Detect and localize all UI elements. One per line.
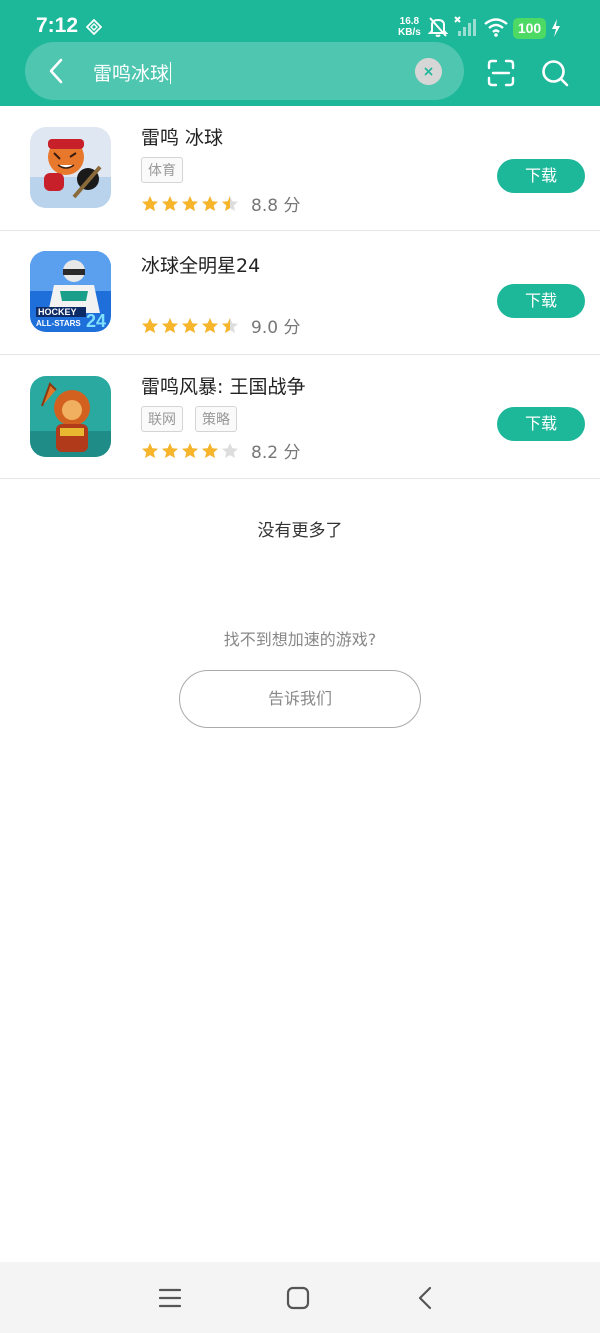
star-icon xyxy=(142,442,158,458)
result-list: 雷鸣 冰球 体育 8.8 分 下载 HOCKEY ALL-STARS 24 冰球… xyxy=(0,106,600,479)
search-results-page: 7:12 16.8 KB/s 100 雷鸣冰球 雷鸣 冰球 体育 8.8 分 下… xyxy=(0,0,600,1333)
star-icon xyxy=(222,195,238,211)
score: 8.8 分 xyxy=(251,196,301,216)
download-button[interactable]: 下载 xyxy=(497,159,585,193)
charging-bolt-icon xyxy=(552,19,560,37)
rating: 9.0 分 xyxy=(141,313,300,338)
star-icon xyxy=(162,317,178,333)
tag-group: 联网 策略 xyxy=(141,406,237,432)
tag-group: 体育 xyxy=(141,157,183,183)
status-bar: 7:12 16.8 KB/s 100 xyxy=(0,0,600,44)
tag: 策略 xyxy=(195,406,237,432)
hockey-tiger-game-icon xyxy=(30,127,111,208)
menu-icon[interactable] xyxy=(156,1284,184,1312)
result-item[interactable]: HOCKEY ALL-STARS 24 冰球全明星24 9.0 分 下载 xyxy=(0,231,600,355)
star-icon xyxy=(162,195,178,211)
search-query: 雷鸣冰球 xyxy=(93,63,170,85)
net-speed: 16.8 KB/s xyxy=(398,16,421,38)
svg-text:ALL-STARS: ALL-STARS xyxy=(36,319,81,328)
search-input[interactable]: 雷鸣冰球 xyxy=(93,59,172,86)
status-time: 7:12 xyxy=(36,14,79,37)
result-item[interactable]: 雷鸣 冰球 体育 8.8 分 下载 xyxy=(0,106,600,231)
star-icon xyxy=(202,317,218,333)
net-speed-value: 16.8 xyxy=(399,16,420,27)
search-bar[interactable] xyxy=(25,42,464,100)
tag: 体育 xyxy=(141,157,183,183)
signal-icon xyxy=(454,16,476,36)
clear-search-icon[interactable] xyxy=(415,58,442,85)
cant-find-text: 找不到想加速的游戏? xyxy=(223,630,377,649)
star-rating xyxy=(141,442,239,460)
tag: 联网 xyxy=(141,406,183,432)
app-header: 7:12 16.8 KB/s 100 雷鸣冰球 xyxy=(0,0,600,106)
rating: 8.8 分 xyxy=(141,191,300,216)
vpn-diamond-icon xyxy=(86,19,102,35)
result-item[interactable]: 雷鸣风暴: 王国战争 联网 策略 8.2 分 下载 xyxy=(0,355,600,479)
wifi-icon xyxy=(484,18,508,37)
star-icon xyxy=(162,442,178,458)
star-icon xyxy=(142,195,158,211)
star-rating xyxy=(141,317,239,335)
search-icon[interactable] xyxy=(540,58,570,88)
mute-bell-icon xyxy=(428,17,448,37)
star-icon xyxy=(182,195,198,211)
text-caret xyxy=(170,62,172,84)
home-icon[interactable] xyxy=(284,1284,312,1312)
score: 8.2 分 xyxy=(251,443,301,463)
star-icon xyxy=(142,317,158,333)
back-nav-icon[interactable] xyxy=(412,1284,440,1312)
app-name: 雷鸣 冰球 xyxy=(141,127,224,149)
hockey-all-stars-game-icon: HOCKEY ALL-STARS 24 xyxy=(30,251,111,332)
download-button[interactable]: 下载 xyxy=(497,407,585,441)
back-arrow-icon[interactable] xyxy=(42,56,72,86)
app-name: 冰球全明星24 xyxy=(141,255,261,277)
download-button[interactable]: 下载 xyxy=(497,284,585,318)
battery-indicator: 100 xyxy=(513,18,546,39)
scan-icon[interactable] xyxy=(486,58,516,88)
star-icon xyxy=(182,317,198,333)
star-icon xyxy=(182,442,198,458)
tell-us-button[interactable]: 告诉我们 xyxy=(179,670,421,728)
lion-warrior-game-icon xyxy=(30,376,111,457)
star-icon xyxy=(222,442,238,458)
app-name: 雷鸣风暴: 王国战争 xyxy=(141,376,306,398)
svg-text:24: 24 xyxy=(86,311,106,331)
star-icon xyxy=(202,442,218,458)
net-speed-unit: KB/s xyxy=(398,27,421,38)
star-icon xyxy=(222,317,238,333)
star-icon xyxy=(202,195,218,211)
score: 9.0 分 xyxy=(251,318,301,338)
rating: 8.2 分 xyxy=(141,438,300,463)
no-more-text: 没有更多了 xyxy=(257,521,343,541)
star-rating xyxy=(141,195,239,213)
svg-text:HOCKEY: HOCKEY xyxy=(38,307,77,317)
